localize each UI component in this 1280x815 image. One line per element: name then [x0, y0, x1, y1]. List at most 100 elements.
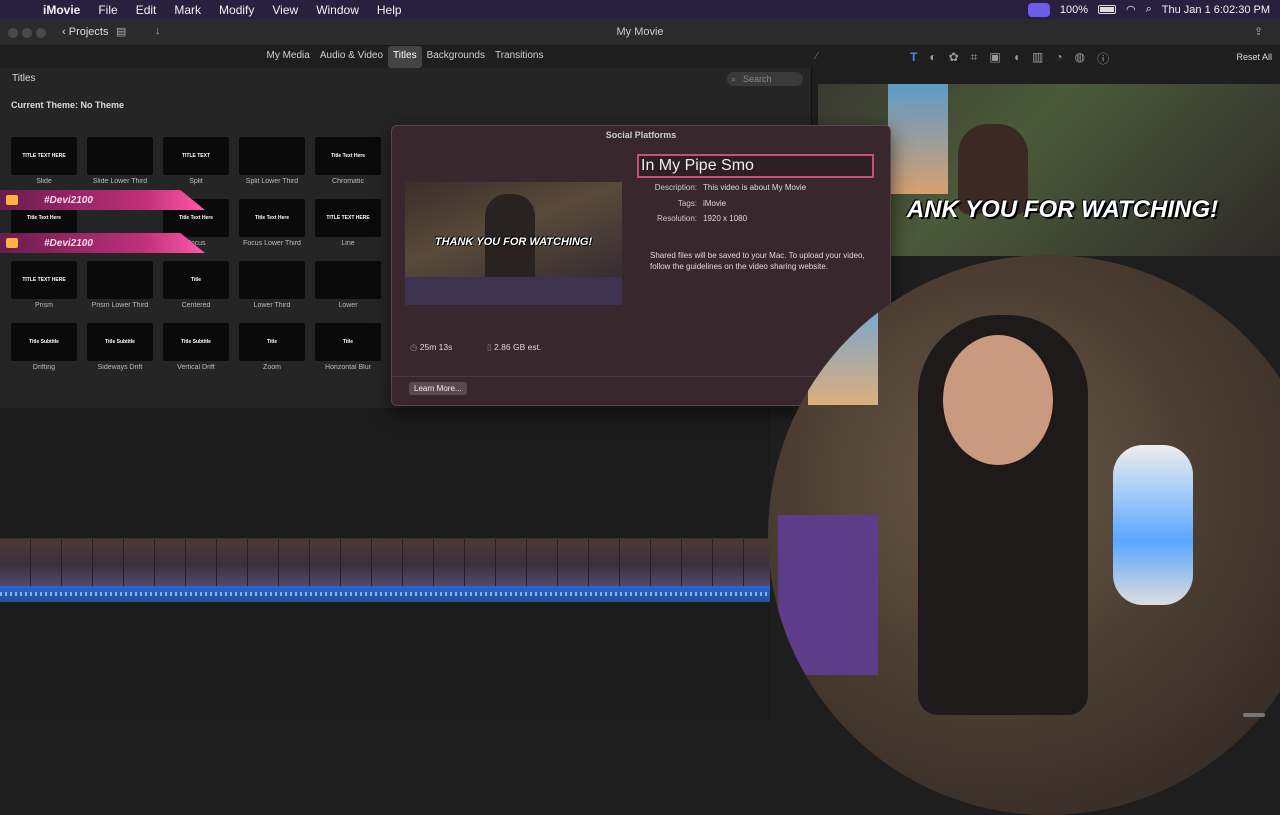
color-icon[interactable]: ◐: [929, 50, 936, 67]
projects-button[interactable]: ‹ Projects: [56, 24, 114, 40]
import-icon[interactable]: ↓: [155, 25, 161, 37]
close-window-button[interactable]: [8, 28, 18, 38]
title-tile-horizontal-blur[interactable]: Title Horizontal Blur: [315, 323, 381, 371]
title-caption: Lower: [338, 302, 358, 309]
filter-icon[interactable]: ◍: [1075, 50, 1085, 67]
reset-all-button[interactable]: Reset All: [1236, 52, 1272, 62]
magic-wand-icon[interactable]: ⁄: [816, 51, 818, 62]
palette-icon[interactable]: ✿: [949, 50, 959, 67]
viewer-poster: [888, 84, 948, 194]
speed-icon[interactable]: ◔: [1055, 50, 1062, 67]
title-caption: Chromatic: [332, 178, 364, 185]
tab-backgrounds[interactable]: Backgrounds: [422, 46, 490, 68]
title-tile-focus-lower-third[interactable]: Title Text Here Focus Lower Third: [239, 199, 305, 247]
chevron-left-icon: ‹: [62, 26, 69, 38]
control-center-icon[interactable]: [1027, 2, 1050, 17]
theme-label: Current Theme: No Theme: [11, 100, 125, 110]
window-title: My Movie: [616, 26, 664, 38]
title-caption: Slide Lower Third: [92, 178, 148, 185]
title-tile-line[interactable]: TITLE TEXT HERE Line: [315, 199, 381, 247]
file-icon: ▯: [487, 342, 495, 352]
dialog-title: Social Platforms: [605, 130, 677, 140]
tab-titles[interactable]: Titles: [388, 46, 422, 68]
share-thumbnail: THANK YOU FOR WATCHING!: [405, 182, 622, 305]
title-caption: Zoom: [263, 364, 281, 371]
camera-icon[interactable]: ▣: [989, 50, 1000, 67]
title-caption: Vertical Drift: [177, 364, 215, 371]
title-tile-drifting[interactable]: Title Subtitle Drifting: [11, 323, 77, 371]
menu-imovie[interactable]: iMovie: [34, 3, 89, 17]
resolution-value[interactable]: 1920 x 1080: [703, 214, 747, 223]
library-toggle-icon[interactable]: ▤: [116, 25, 126, 38]
title-caption: Split Lower Third: [245, 178, 299, 185]
description-label: Description:: [654, 183, 697, 192]
title-tile-slide-lower-third[interactable]: Slide Lower Third: [87, 137, 153, 185]
title-tile-vertical-drift[interactable]: Title Subtitle Vertical Drift: [163, 323, 229, 371]
title-tile-lower[interactable]: Lower: [315, 261, 381, 309]
minimize-window-button[interactable]: [22, 28, 32, 38]
title-caption: Prism Lower Third: [91, 302, 149, 309]
menu-help[interactable]: Help: [368, 3, 411, 17]
description-row: Description: This video is about My Movi…: [637, 183, 806, 192]
title-name-field[interactable]: In My Pipe Smo: [637, 154, 874, 178]
title-tile-prism[interactable]: TITLE TEXT HERE Prism: [11, 261, 77, 309]
title-preview: [87, 137, 153, 175]
title-preview: [87, 261, 153, 299]
title-caption: Prism: [35, 302, 53, 309]
youtube-logo-icon: [6, 238, 18, 248]
audio-waveform[interactable]: [0, 586, 770, 602]
title-tile-lower-third[interactable]: Lower Third: [239, 261, 305, 309]
tags-label: Tags:: [677, 199, 697, 208]
search-field[interactable]: ⌕ Search: [727, 72, 803, 86]
zoom-window-button[interactable]: [36, 28, 46, 38]
title-tile-sideways-drift[interactable]: Title Subtitle Sideways Drift: [87, 323, 153, 371]
video-clip[interactable]: [0, 538, 770, 586]
title-tile-split[interactable]: TITLE TEXT Split: [163, 137, 229, 185]
title-tile-zoom[interactable]: Title Zoom: [239, 323, 305, 371]
duration-readout: ◷ 25m 13s: [410, 342, 452, 353]
title-preview: TITLE TEXT HERE: [11, 261, 77, 299]
tab-transitions[interactable]: Transitions: [490, 46, 549, 68]
clock[interactable]: Thu Jan 1 6:02:30 PM: [1162, 4, 1270, 16]
title-caption: Split: [189, 178, 203, 185]
title-caption: Focus Lower Third: [243, 240, 301, 247]
learn-more-button[interactable]: Learn More...: [409, 382, 467, 395]
webcam-face: [943, 335, 1053, 465]
menu-view[interactable]: View: [263, 3, 307, 17]
crop-icon[interactable]: ⌗: [971, 50, 978, 67]
equalizer-icon[interactable]: ▥: [1032, 50, 1043, 67]
shared-files-note: Shared files will be saved to your Mac. …: [650, 251, 865, 271]
tab-my-media[interactable]: My Media: [261, 46, 314, 68]
projects-label: Projects: [68, 26, 109, 38]
search-icon[interactable]: ⌕: [1146, 3, 1152, 16]
menu-modify[interactable]: Modify: [210, 3, 263, 17]
title-tile-split-lower-third[interactable]: Split Lower Third: [239, 137, 305, 185]
title-tile-centered[interactable]: Title Centered: [163, 261, 229, 309]
size-readout: ▯ 2.86 GB est.: [487, 342, 541, 353]
title-tile-prism-lower-third[interactable]: Prism Lower Third: [87, 261, 153, 309]
battery-icon[interactable]: [1097, 5, 1116, 14]
title-tile-chromatic[interactable]: Title Text Here Chromatic: [315, 137, 381, 185]
description-value[interactable]: This video is about My Movie: [703, 183, 806, 192]
tags-value[interactable]: iMovie: [703, 199, 726, 208]
scrollbar[interactable]: [1243, 713, 1265, 717]
info-icon[interactable]: ⓘ: [1097, 50, 1109, 67]
size-value: 2.86 GB est.: [494, 342, 542, 352]
volume-icon[interactable]: ◖: [1013, 50, 1020, 67]
menu-edit[interactable]: Edit: [127, 3, 166, 17]
overlay-banner-text: #Devi2100: [44, 237, 93, 249]
clock-icon: ◷: [410, 342, 420, 352]
menu-file[interactable]: File: [89, 3, 126, 17]
menu-bar: iMovie File Edit Mark Modify View Window…: [0, 0, 1280, 19]
wifi-icon[interactable]: ◠: [1126, 3, 1136, 16]
tab-audio-video[interactable]: Audio & Video: [315, 46, 388, 68]
menu-mark[interactable]: Mark: [165, 3, 210, 17]
title-caption: Sideways Drift: [97, 364, 143, 371]
webcam-poster: [808, 295, 878, 405]
menu-window[interactable]: Window: [307, 3, 368, 17]
title-tile-slide[interactable]: TITLE TEXT HERE Slide: [11, 137, 77, 185]
text-icon[interactable]: T: [910, 50, 917, 67]
duration-value: 25m 13s: [419, 342, 453, 352]
title-preview: TITLE TEXT: [163, 137, 229, 175]
share-icon[interactable]: ⇪: [1254, 25, 1263, 38]
